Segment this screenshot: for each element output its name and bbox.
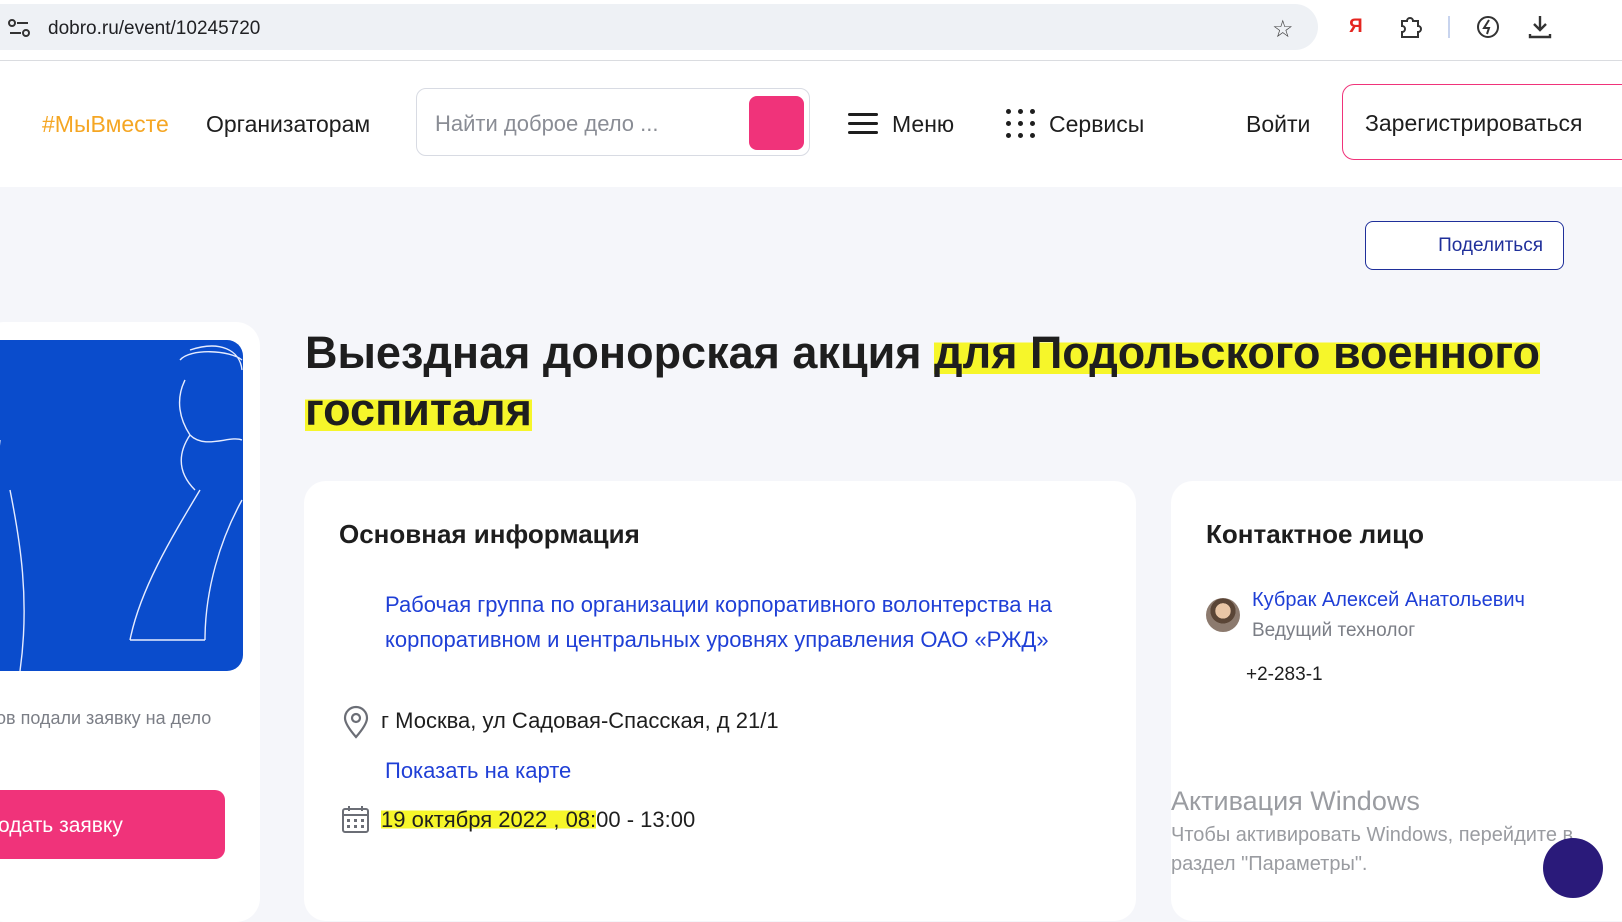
address-bar[interactable]: dobro.ru/event/10245720 ☆ bbox=[0, 4, 1318, 50]
extensions-icon[interactable] bbox=[1397, 12, 1425, 40]
performance-icon[interactable] bbox=[1474, 13, 1502, 41]
event-date: 19 октября 2022 , 08:00 - 13:00 bbox=[381, 807, 695, 833]
main-info-card: Основная информация Рабочая группа по ор… bbox=[304, 481, 1136, 921]
show-on-map-link[interactable]: Показать на карте bbox=[385, 758, 571, 784]
search-box bbox=[416, 88, 810, 156]
organizer-link[interactable]: Рабочая группа по организации корпоратив… bbox=[385, 587, 1075, 657]
search-input[interactable] bbox=[433, 109, 737, 139]
menu-button[interactable]: Меню bbox=[848, 111, 954, 138]
url-text[interactable]: dobro.ru/event/10245720 bbox=[48, 18, 260, 40]
windows-activation-line1: Чтобы активировать Windows, перейдите в bbox=[1171, 824, 1574, 846]
event-title-part1: Выездная донорская акция bbox=[305, 327, 935, 378]
logo[interactable]: #МыВместе bbox=[42, 111, 169, 138]
browser-toolbar: dobro.ru/event/10245720 ☆ Я bbox=[0, 0, 1622, 61]
site-header: #МыВместе Организаторам Меню Сервисы Вой… bbox=[0, 61, 1622, 187]
login-link[interactable]: Войти bbox=[1246, 111, 1310, 138]
calendar-icon bbox=[342, 806, 369, 833]
event-date-highlighted: 19 октября 2022 , 08: bbox=[381, 807, 597, 832]
contact-phone: +2-283-1 bbox=[1246, 664, 1323, 685]
services-button[interactable]: Сервисы bbox=[1006, 109, 1145, 140]
event-address: г Москва, ул Садовая-Спасская, д 21/1 bbox=[381, 708, 779, 733]
contact-role: Ведущий технолог bbox=[1252, 620, 1416, 641]
yandex-icon[interactable]: Я bbox=[1349, 16, 1363, 38]
bookmark-star-icon[interactable]: ☆ bbox=[1272, 15, 1294, 44]
windows-activation-line2: раздел "Параметры". bbox=[1171, 853, 1368, 875]
promo-image bbox=[0, 340, 243, 671]
menu-label: Меню bbox=[892, 111, 955, 137]
applicants-text: ов подали заявку на дело bbox=[0, 708, 212, 728]
share-button[interactable]: Поделиться bbox=[1365, 221, 1564, 270]
download-icon[interactable] bbox=[1526, 12, 1554, 40]
event-title: Выездная донорская акция для Подольского… bbox=[305, 324, 1615, 438]
site-info-icon[interactable] bbox=[6, 18, 32, 38]
register-button[interactable]: Зарегистрироваться bbox=[1342, 84, 1622, 160]
grid-icon bbox=[1006, 109, 1035, 139]
location-pin-icon bbox=[343, 705, 369, 739]
windows-activation-title: Активация Windows bbox=[1171, 786, 1420, 816]
search-button[interactable] bbox=[749, 96, 804, 150]
services-label: Сервисы bbox=[1049, 111, 1145, 137]
contact-heading: Контактное лицо bbox=[1206, 519, 1425, 549]
apply-button[interactable]: одать заявку bbox=[0, 790, 225, 859]
event-date-rest: 00 - 13:00 bbox=[596, 807, 696, 832]
hamburger-icon bbox=[848, 112, 878, 135]
chat-bubble-icon[interactable] bbox=[1543, 838, 1603, 898]
organizers-link[interactable]: Организаторам bbox=[206, 111, 370, 138]
contact-name-link[interactable]: Кубрак Алексей Анатольевич bbox=[1252, 589, 1525, 612]
toolbar-separator bbox=[1448, 16, 1450, 38]
main-info-heading: Основная информация bbox=[339, 519, 640, 549]
avatar bbox=[1206, 598, 1240, 632]
